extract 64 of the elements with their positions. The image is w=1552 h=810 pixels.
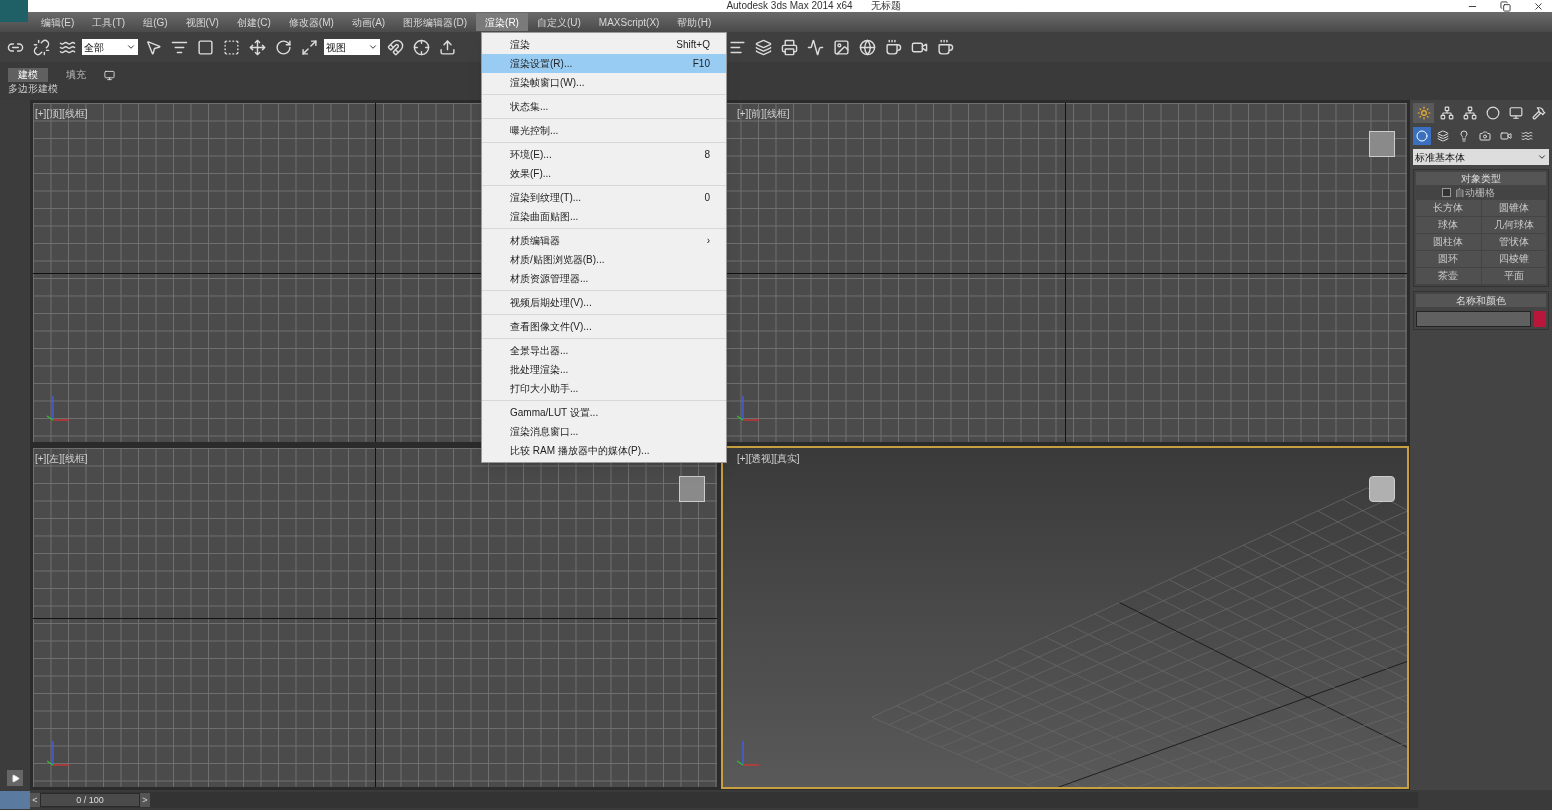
menu-item[interactable]: 组(G) [134, 13, 177, 31]
reference-coordinate-dropdown[interactable]: 视图 [324, 39, 380, 55]
primitive-button[interactable]: 四棱锥 [1481, 251, 1546, 267]
menu-item[interactable]: 视图(V) [176, 13, 228, 31]
ribbon-subtitle: 多边形建模 [8, 84, 59, 94]
color-swatch[interactable] [1534, 311, 1546, 327]
autogrid-checkbox[interactable] [1442, 188, 1451, 197]
menu-option[interactable]: 渲染帧窗口(W)... [482, 73, 726, 92]
category-dropdown[interactable]: 标准基本体 [1413, 149, 1549, 165]
viewport[interactable]: [+][透视][真实] [721, 446, 1409, 789]
menu-item[interactable]: 创建(C) [227, 13, 280, 31]
primitive-button[interactable]: 圆柱体 [1416, 234, 1481, 250]
previous-frame-button[interactable]: < [30, 793, 40, 807]
menu-item[interactable]: 动画(A) [342, 13, 395, 31]
display-icon[interactable] [104, 69, 115, 81]
menu-item[interactable]: 自定义(U) [527, 13, 590, 31]
viewport-label[interactable]: [+][顶][线框] [35, 106, 88, 121]
menu-item[interactable]: 图形编辑器(D) [394, 13, 477, 31]
caret-icon [1537, 152, 1547, 162]
play-button[interactable] [7, 770, 23, 786]
menu-option[interactable]: 曝光控制... [482, 121, 726, 140]
caret-icon [126, 42, 136, 52]
close-icon[interactable] [1533, 0, 1544, 12]
primitive-button[interactable]: 长方体 [1416, 200, 1481, 216]
axis-tripod-icon [47, 394, 71, 424]
time-slider-track[interactable]: 0 / 100 > [40, 792, 1418, 808]
document-title: 无标题 [870, 1, 901, 11]
primitive-button[interactable]: 球体 [1416, 217, 1481, 233]
primitive-button[interactable]: 茶壶 [1416, 268, 1481, 284]
primitive-button[interactable]: 圆环 [1416, 251, 1481, 267]
axis-tripod-icon [737, 739, 761, 769]
menu-item[interactable]: 修改器(M) [279, 13, 343, 31]
menu-option[interactable]: 渲染 Shift+Q [482, 35, 726, 54]
primitive-button[interactable]: 管状体 [1481, 234, 1546, 250]
axis-tripod-icon [737, 394, 761, 424]
menu-option[interactable]: 视频后期处理(V)... [482, 293, 726, 312]
menu-item[interactable]: 渲染(R) [476, 13, 528, 31]
selection-filter-dropdown[interactable]: 全部 [82, 39, 138, 55]
menu-option[interactable]: 查看图像文件(V)... [482, 317, 726, 336]
next-frame-button[interactable]: > [140, 793, 150, 807]
viewport-label[interactable]: [+][透视][真实] [737, 451, 800, 466]
object-name-field[interactable] [1416, 311, 1531, 327]
geometry-icon[interactable] [1413, 127, 1431, 145]
viewport-label[interactable]: [+][左][线框] [35, 451, 88, 466]
primitive-button[interactable]: 圆锥体 [1481, 200, 1546, 216]
primitive-button[interactable]: 几何球体 [1481, 217, 1546, 233]
rollout-header[interactable]: 名称和颜色 [1416, 294, 1546, 307]
ribbon-tab[interactable]: 填充 [56, 68, 96, 82]
restore-icon[interactable] [1500, 0, 1511, 12]
menu-item[interactable]: 工具(T) [83, 13, 135, 31]
axis-tripod-icon [47, 739, 71, 769]
caret-icon [368, 42, 378, 52]
menu-item[interactable]: MAXScript(X) [589, 13, 669, 31]
menu-item[interactable]: 编辑(E) [32, 13, 84, 31]
primitive-button[interactable]: 平面 [1481, 268, 1546, 284]
menu-item[interactable]: 帮助(H) [668, 13, 721, 31]
rollout-header[interactable]: 对象类型 [1416, 172, 1546, 185]
play-icon [10, 773, 20, 783]
window-title: Autodesk 3ds Max 2014 x64 [726, 1, 853, 11]
autogrid-label: 自动栅格 [1455, 187, 1495, 198]
viewport-label[interactable]: [+][前][线框] [737, 106, 790, 121]
menu-option[interactable]: 渲染设置(R)... F10 [482, 54, 726, 73]
menu-option[interactable]: 状态集... [482, 97, 726, 116]
ribbon-tab[interactable]: 建模 [8, 68, 48, 82]
